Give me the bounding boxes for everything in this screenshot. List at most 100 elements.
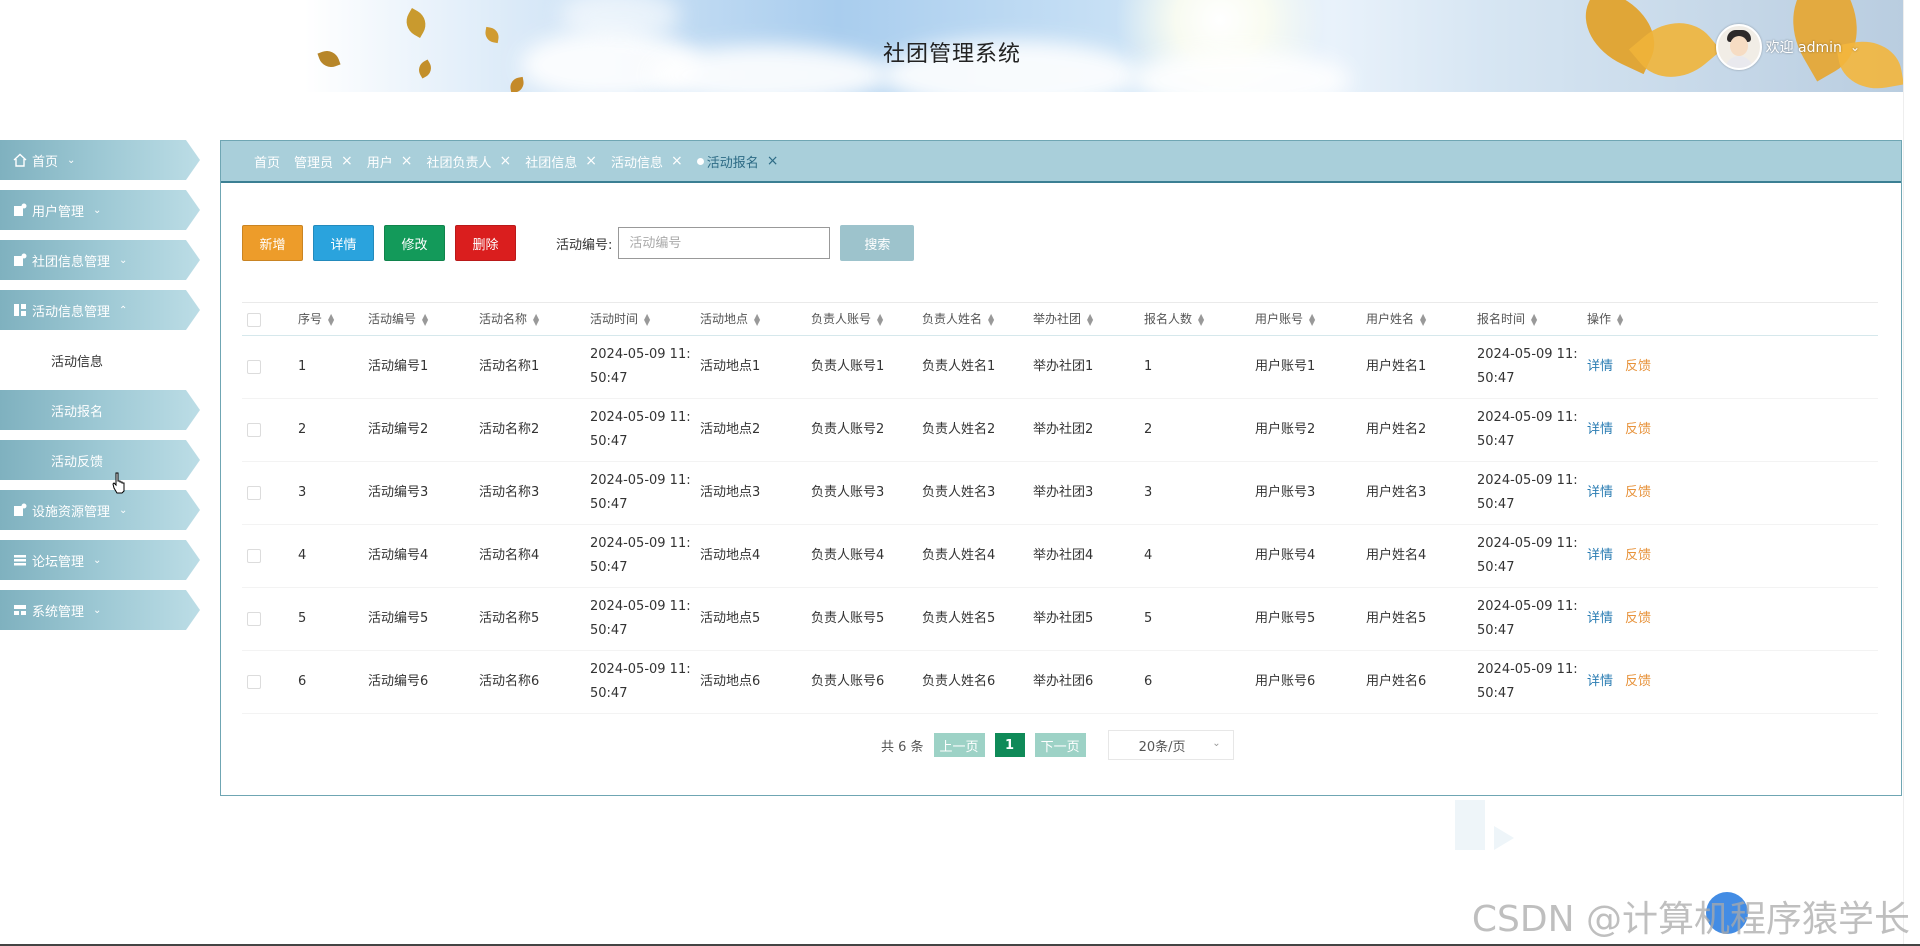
sidebar-item-activity-management[interactable]: 活动信息管理 ⌃ — [0, 290, 200, 330]
row-feedback-link[interactable]: 反馈 — [1625, 359, 1651, 374]
sort-icon[interactable]: ▲ ▼ — [644, 312, 650, 326]
sort-icon[interactable]: ▲ ▼ — [877, 312, 883, 326]
close-icon[interactable]: × — [500, 153, 512, 169]
row-detail-link[interactable]: 详情 — [1587, 548, 1613, 563]
table-row[interactable]: 4 活动编号4 活动名称4 2024-05-09 11: 50:47 活动地点4 负责人账号… — [242, 525, 1878, 588]
table-row[interactable]: 5 活动编号5 活动名称5 2024-05-09 11: 50:47 活动地点5 负责人账号… — [242, 588, 1878, 651]
column-header[interactable]: 负责人账号 ▲ ▼ — [805, 307, 916, 331]
table-cell: 用户姓名6 — [1360, 670, 1471, 694]
column-header[interactable]: 报名人数 ▲ ▼ — [1138, 307, 1249, 331]
sidebar-item-system-management[interactable]: 系统管理 ⌄ — [0, 590, 200, 630]
sort-icon[interactable]: ▲ ▼ — [1531, 312, 1537, 326]
row-feedback-link[interactable]: 反馈 — [1625, 548, 1651, 563]
close-icon[interactable]: × — [671, 153, 683, 169]
column-header[interactable]: 操作 ▲ ▼ — [1581, 307, 1701, 331]
add-button[interactable]: 新增 — [242, 225, 303, 261]
avatar[interactable] — [1715, 24, 1762, 70]
select-all-checkbox[interactable] — [247, 312, 261, 327]
row-actions: 详情 反馈 — [1581, 355, 1701, 379]
column-header[interactable]: 活动时间 ▲ ▼ — [584, 307, 694, 331]
tab-club-leader[interactable]: 社团负责人 × — [427, 152, 512, 171]
sidebar-subitem-activity-feedback[interactable]: 活动反馈 — [0, 440, 200, 480]
tab-activity-info[interactable]: 活动信息 × — [611, 152, 683, 171]
tab-activity-signup[interactable]: 活动报名 × — [696, 152, 779, 171]
table-cell: 活动地点2 — [694, 418, 805, 442]
table-cell: 3 — [1138, 481, 1249, 505]
sort-icon[interactable]: ▲ ▼ — [988, 312, 994, 326]
cell-text: 活动名称4 — [479, 548, 540, 563]
table-row[interactable]: 3 活动编号3 活动名称3 2024-05-09 11: 50:47 活动地点3 负责人账号… — [242, 462, 1878, 525]
sort-icon[interactable]: ▲ ▼ — [1420, 312, 1426, 326]
tab-label: 活动报名 — [706, 155, 759, 171]
sort-icon[interactable]: ▲ ▼ — [1198, 312, 1204, 326]
tab-home[interactable]: 首页 — [254, 152, 280, 171]
row-checkbox[interactable] — [247, 548, 261, 563]
column-header[interactable]: 用户账号 ▲ ▼ — [1249, 307, 1360, 331]
row-checkbox[interactable] — [247, 359, 261, 374]
sort-icon[interactable]: ▲ ▼ — [754, 312, 760, 326]
sidebar-item-user-management[interactable]: 用户管理 ⌄ — [0, 190, 200, 230]
row-checkbox[interactable] — [247, 422, 261, 437]
scrollbar[interactable] — [1903, 0, 1920, 946]
row-checkbox[interactable] — [247, 485, 261, 500]
table-row[interactable]: 2 活动编号2 活动名称2 2024-05-09 11: 50:47 活动地点2 负责人账号… — [242, 399, 1878, 462]
search-input[interactable] — [618, 227, 831, 259]
search-button[interactable]: 搜索 — [840, 225, 915, 261]
row-feedback-link[interactable]: 反馈 — [1625, 611, 1651, 626]
column-header[interactable]: 举办社团 ▲ ▼ — [1027, 307, 1138, 331]
row-select-cell — [242, 670, 292, 694]
column-header[interactable]: 活动名称 ▲ ▼ — [473, 307, 584, 331]
cell-text: 活动名称3 — [479, 485, 540, 500]
row-feedback-link[interactable]: 反馈 — [1625, 422, 1651, 437]
current-page-button[interactable]: 1 — [994, 733, 1025, 757]
detail-button[interactable]: 详情 — [313, 225, 374, 261]
close-icon[interactable]: × — [401, 153, 413, 169]
sort-icon[interactable]: ▲ ▼ — [1309, 312, 1315, 326]
row-checkbox[interactable] — [247, 611, 261, 626]
chevron-down-icon[interactable]: ⌄ — [1850, 40, 1860, 54]
row-detail-link[interactable]: 详情 — [1587, 359, 1613, 374]
column-header[interactable]: 序号 ▲ ▼ — [292, 307, 362, 331]
user-menu[interactable]: 欢迎 admin ⌄ — [1715, 24, 1860, 70]
sort-icon[interactable]: ▲ ▼ — [422, 312, 428, 326]
sidebar-item-facility-management[interactable]: 设施资源管理 ⌄ — [0, 490, 200, 530]
tab-admin[interactable]: 管理员 × — [294, 152, 353, 171]
close-icon[interactable]: × — [585, 153, 597, 169]
cell-text: 负责人姓名6 — [922, 674, 996, 689]
row-detail-link[interactable]: 详情 — [1587, 422, 1613, 437]
column-header[interactable]: 活动地点 ▲ ▼ — [694, 307, 805, 331]
sort-icon[interactable]: ▲ ▼ — [533, 312, 539, 326]
sort-icon[interactable]: ▲ ▼ — [1617, 312, 1623, 326]
sort-icon[interactable]: ▲ ▼ — [328, 312, 334, 326]
sort-icon[interactable]: ▲ ▼ — [1087, 312, 1093, 326]
table-row[interactable]: 6 活动编号6 活动名称6 2024-05-09 11: 50:47 活动地点6 负责人账号… — [242, 651, 1878, 714]
tab-user[interactable]: 用户 × — [367, 152, 413, 171]
row-detail-link[interactable]: 详情 — [1587, 611, 1613, 626]
column-header[interactable]: 报名时间 ▲ ▼ — [1471, 307, 1581, 331]
column-header[interactable]: 用户姓名 ▲ ▼ — [1360, 307, 1471, 331]
header-label: 活动地点 — [700, 312, 749, 326]
column-header[interactable]: 活动编号 ▲ ▼ — [362, 307, 473, 331]
row-checkbox[interactable] — [247, 674, 261, 689]
tab-label: 管理员 — [294, 155, 334, 171]
prev-page-button[interactable]: 上一页 — [933, 733, 985, 757]
tab-club-info[interactable]: 社团信息 × — [525, 152, 597, 171]
sidebar-item-forum-management[interactable]: 论坛管理 ⌄ — [0, 540, 200, 580]
row-detail-link[interactable]: 详情 — [1587, 674, 1613, 689]
sidebar-subitem-activity-signup[interactable]: 活动报名 — [0, 390, 200, 430]
close-icon[interactable]: × — [341, 153, 353, 169]
row-feedback-link[interactable]: 反馈 — [1625, 674, 1651, 689]
column-header[interactable]: 负责人姓名 ▲ ▼ — [916, 307, 1027, 331]
close-icon[interactable]: × — [767, 153, 779, 169]
row-detail-link[interactable]: 详情 — [1587, 485, 1613, 500]
row-feedback-link[interactable]: 反馈 — [1625, 485, 1651, 500]
delete-button[interactable]: 删除 — [455, 225, 516, 261]
sidebar-item-home[interactable]: 首页 ⌄ — [0, 140, 200, 180]
page-size-select[interactable]: 20条/页 ⌄ — [1107, 730, 1234, 760]
edit-button[interactable]: 修改 — [384, 225, 445, 261]
sidebar-item-club-management[interactable]: 社团信息管理 ⌄ — [0, 240, 200, 280]
next-page-button[interactable]: 下一页 — [1034, 733, 1086, 757]
row-select-cell — [242, 544, 292, 568]
sidebar-subitem-activity-info[interactable]: 活动信息 — [0, 340, 200, 380]
table-row[interactable]: 1 活动编号1 活动名称1 2024-05-09 11: 50:47 活动地点1 负责人账号… — [242, 336, 1878, 399]
